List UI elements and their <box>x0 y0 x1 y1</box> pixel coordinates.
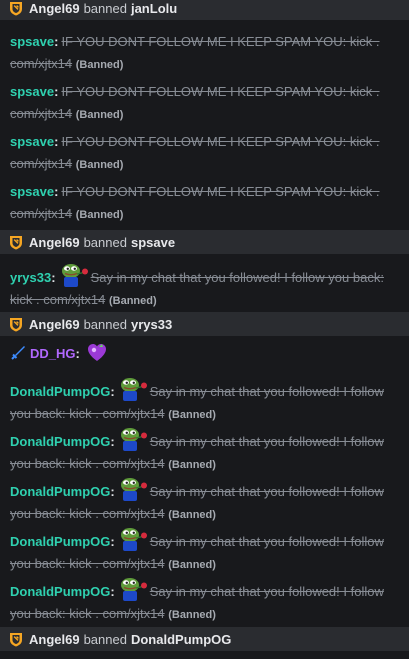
colon: : <box>54 134 59 149</box>
banned-tag: (Banned) <box>168 559 216 571</box>
banned-tag: (Banned) <box>168 409 216 421</box>
username[interactable]: DonaldPumpOG <box>10 584 110 599</box>
deleted-message-text: IF YOU DONT FOLLOW ME I KEEP SPAM YOU: k… <box>10 184 380 221</box>
ban-verb: banned <box>83 316 127 332</box>
frog-emote-icon <box>59 262 89 288</box>
colon: : <box>54 34 59 49</box>
colon: : <box>75 346 80 361</box>
chat-message: DonaldPumpOG: Say in my chat that you fol… <box>10 526 405 576</box>
banned-tag: (Banned) <box>108 295 157 307</box>
ban-verb: banned <box>83 234 127 250</box>
ban-notice: Angel69 banned spsave <box>0 230 409 254</box>
frog-emote-icon <box>118 426 148 452</box>
moderator-shield-icon <box>9 235 23 250</box>
ban-notice: Angel69 banned yrys33 <box>0 312 409 336</box>
ban-notice: Angel69 banned DonaldPumpOG <box>0 627 409 651</box>
colon: : <box>51 270 56 285</box>
moderator-name[interactable]: Angel69 <box>29 632 80 647</box>
deleted-message-text: IF YOU DONT FOLLOW ME I KEEP SPAM YOU: k… <box>10 34 380 71</box>
colon: : <box>110 484 115 499</box>
purple-heart-emote-icon <box>87 342 107 364</box>
username[interactable]: spsave <box>10 84 54 99</box>
banned-tag: (Banned) <box>168 459 216 471</box>
chat-message: DonaldPumpOG: Say in my chat that you fol… <box>10 576 405 626</box>
ban-verb: banned <box>83 0 127 16</box>
chat-feed: Angel69 banned janLolu spsave: IF YOU DON… <box>0 0 409 659</box>
deleted-message-text: IF YOU DONT FOLLOW ME I KEEP SPAM YOU: k… <box>10 134 380 171</box>
chat-message: yrys33: Say in my chat that you followed!… <box>10 262 405 312</box>
chat-message: DD_HG: <box>10 342 405 365</box>
banned-user[interactable]: spsave <box>131 235 175 250</box>
ban-notice: Angel69 banned janLolu <box>0 0 409 20</box>
chat-message: DonaldPumpOG: Say in my chat that you fol… <box>10 426 405 476</box>
username[interactable]: spsave <box>10 34 54 49</box>
chat-message: spsave: IF YOU DONT FOLLOW ME I KEEP SPAM… <box>10 81 405 126</box>
colon: : <box>110 584 115 599</box>
deleted-message-text: IF YOU DONT FOLLOW ME I KEEP SPAM YOU: k… <box>10 84 380 121</box>
banned-tag: (Banned) <box>75 159 124 171</box>
moderator-name[interactable]: Angel69 <box>29 235 80 250</box>
username[interactable]: yrys33 <box>10 270 51 285</box>
username[interactable]: DD_HG <box>30 346 76 361</box>
chat-message: DonaldPumpOG: Say in my chat that you fol… <box>10 376 405 426</box>
moderator-shield-icon <box>9 317 23 332</box>
banned-tag: (Banned) <box>168 509 216 521</box>
ban-verb: banned <box>83 631 127 647</box>
chat-message: spsave: IF YOU DONT FOLLOW ME I KEEP SPAM… <box>10 181 405 226</box>
username[interactable]: spsave <box>10 184 54 199</box>
username[interactable]: DonaldPumpOG <box>10 384 110 399</box>
username[interactable]: DonaldPumpOG <box>10 534 110 549</box>
moderator-name[interactable]: Angel69 <box>29 317 80 332</box>
username[interactable]: spsave <box>10 134 54 149</box>
frog-emote-icon <box>118 376 148 402</box>
moderator-name[interactable]: Angel69 <box>29 1 80 16</box>
frog-emote-icon <box>118 476 148 502</box>
chat-message: spsave: IF YOU DONT FOLLOW ME I KEEP SPAM… <box>10 131 405 176</box>
banned-tag: (Banned) <box>168 609 216 621</box>
colon: : <box>110 434 115 449</box>
chat-message: spsave: IF YOU DONT FOLLOW ME I KEEP SPAM… <box>10 31 405 76</box>
frog-emote-icon <box>118 576 148 602</box>
banned-tag: (Banned) <box>75 209 124 221</box>
username[interactable]: DonaldPumpOG <box>10 484 110 499</box>
banned-tag: (Banned) <box>75 109 124 121</box>
moderator-shield-icon <box>9 632 23 647</box>
colon: : <box>110 384 115 399</box>
colon: : <box>54 84 59 99</box>
banned-user[interactable]: DonaldPumpOG <box>131 632 231 647</box>
banned-user[interactable]: janLolu <box>131 1 177 16</box>
colon: : <box>110 534 115 549</box>
username[interactable]: DonaldPumpOG <box>10 434 110 449</box>
moderator-shield-icon <box>9 1 23 16</box>
colon: : <box>54 184 59 199</box>
chat-message: DonaldPumpOG: Say in my chat that you fol… <box>10 476 405 526</box>
sword-badge-icon <box>10 345 26 361</box>
banned-tag: (Banned) <box>75 59 124 71</box>
banned-user[interactable]: yrys33 <box>131 317 172 332</box>
frog-emote-icon <box>118 526 148 552</box>
